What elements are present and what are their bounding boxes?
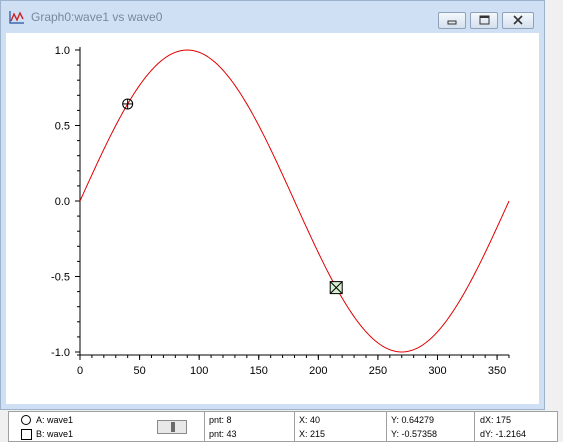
divider [474, 412, 475, 441]
graph-icon [9, 10, 25, 24]
plot-svg: 1.0 0.5 0.0 -0.5 -1.0 0 50 100 150 200 250 300 350 [51, 45, 510, 377]
x-axis: 0 50 100 150 200 250 300 350 [77, 354, 510, 377]
cursor-info-panel: A: wave1 B: wave1 pnt: 8 pnt: 43 X: 40 X… [8, 411, 558, 442]
minimize-button[interactable] [438, 12, 466, 29]
divider [204, 412, 205, 441]
slider-thumb[interactable] [171, 422, 175, 432]
divider [294, 412, 295, 441]
graph-window: Graph0:wave1 vs wave0 1.0 0.5 0.0 -0.5 -1.0 … [0, 0, 545, 410]
x-tick-label: 300 [428, 365, 446, 377]
series-layer [79, 49, 510, 353]
window-title: Graph0:wave1 vs wave0 [31, 10, 163, 24]
y-tick-label: -1.0 [51, 347, 70, 359]
delta-x: dX: 175 [480, 415, 512, 425]
cursor-a-wave[interactable]: A: wave1 [36, 415, 73, 425]
delta-y: dY: -1.2164 [480, 429, 527, 439]
y-tick-label: 0.0 [55, 196, 70, 208]
minimize-icon [447, 20, 457, 25]
x-tick-label: 250 [369, 365, 387, 377]
graph-area[interactable]: 1.0 0.5 0.0 -0.5 -1.0 0 50 100 150 200 250 300 350 [6, 33, 539, 404]
cursor-a-x: X: 40 [299, 415, 321, 425]
y-tick-label: 1.0 [55, 45, 70, 57]
x-tick-label: 100 [190, 365, 208, 377]
cursor-b-marker[interactable] [329, 281, 343, 295]
close-button[interactable] [502, 12, 534, 29]
cursor-a-y: Y: 0.64279 [391, 415, 435, 425]
y-tick-label: -0.5 [51, 272, 70, 284]
cursor-b-wave[interactable]: B: wave1 [36, 429, 73, 439]
maximize-button[interactable] [470, 12, 498, 29]
y-axis: 1.0 0.5 0.0 -0.5 -1.0 [51, 45, 81, 359]
cursor-b-y: Y: -0.57358 [391, 429, 438, 439]
x-tick-label: 350 [488, 365, 506, 377]
cursor-a-marker[interactable] [122, 98, 134, 110]
cursor-slider[interactable] [157, 420, 187, 434]
y-tick-label: 0.5 [55, 121, 70, 133]
divider [386, 412, 387, 441]
cursor-layer[interactable] [122, 98, 343, 295]
title-bar[interactable]: Graph0:wave1 vs wave0 [1, 1, 546, 31]
crosshair-circle-icon[interactable] [21, 415, 31, 425]
wave1-line [79, 49, 510, 353]
cursor-a-pnt: pnt: 8 [209, 415, 232, 425]
maximize-icon [479, 15, 490, 25]
close-icon [513, 15, 523, 25]
cursor-b-x: X: 215 [299, 429, 326, 439]
x-tick-label: 50 [133, 365, 145, 377]
x-tick-label: 150 [250, 365, 268, 377]
x-tick-label: 0 [77, 365, 83, 377]
x-tick-label: 200 [309, 365, 327, 377]
cursor-b-pnt: pnt: 43 [209, 429, 237, 439]
x-square-icon[interactable] [21, 429, 32, 440]
